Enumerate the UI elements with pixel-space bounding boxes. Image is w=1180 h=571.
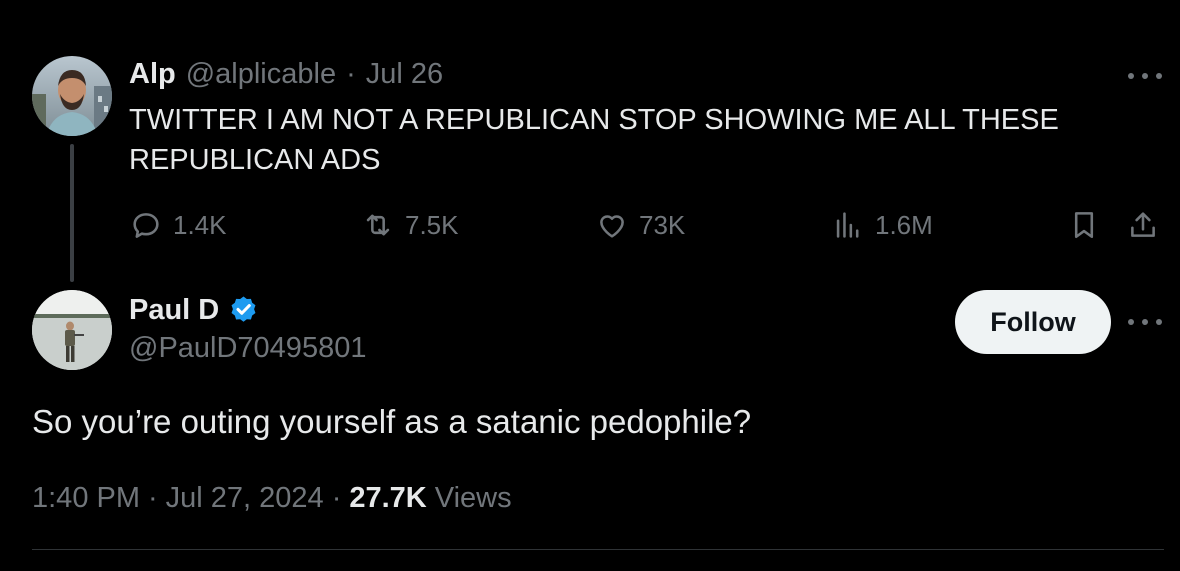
tweet-date[interactable]: Jul 27, 2024 (166, 482, 324, 515)
bookmark-button[interactable] (1067, 205, 1101, 245)
views-count[interactable]: 27.7K (349, 482, 426, 515)
reply-icon (133, 213, 159, 238)
follow-button[interactable]: Follow (955, 290, 1111, 354)
verified-badge-icon[interactable] (227, 294, 260, 327)
reply-author-row: Paul D (129, 290, 260, 330)
like-count: 73K (639, 209, 686, 240)
tweet-metadata: 1:40 PM · Jul 27, 2024 · 27.7K Views (32, 478, 512, 518)
reply-tweet-text: So you’re outing yourself as a satanic p… (32, 403, 752, 440)
tweet-action-bar: 1.4K 7.5K 73K 1.6M (129, 205, 1164, 245)
author-handle[interactable]: @PaulD70495801 (129, 332, 366, 365)
tweet-time[interactable]: 1:40 PM (32, 482, 140, 515)
more-horizontal-icon[interactable] (1128, 71, 1162, 81)
retweet-button[interactable]: 7.5K (361, 205, 459, 245)
reply-button[interactable]: 1.4K (129, 205, 227, 245)
reply-count: 1.4K (173, 209, 227, 240)
analytics-icon (836, 212, 859, 238)
tweet-thread: Alp @alplicable · Jul 26 TWITTER I AM NO… (0, 0, 1180, 571)
author-name[interactable]: Paul D (129, 294, 219, 327)
heart-icon (600, 215, 624, 238)
views-button[interactable]: 1.6M (831, 205, 933, 245)
retweet-count: 7.5K (405, 209, 459, 240)
views-label: Views (434, 481, 512, 514)
thread-connector-line (70, 144, 74, 282)
divider (32, 549, 1164, 550)
parent-tweet-header: Alp @alplicable · Jul 26 (129, 58, 443, 94)
more-horizontal-icon[interactable] (1128, 317, 1162, 327)
views-count: 1.6M (875, 209, 933, 240)
avatar[interactable] (32, 56, 112, 136)
tweet-date[interactable]: Jul 26 (366, 58, 443, 91)
separator-dot: · (346, 58, 356, 90)
avatar-photo-paul (32, 290, 112, 370)
share-button[interactable] (1126, 205, 1160, 245)
author-handle[interactable]: @alplicable (186, 58, 336, 91)
separator-dot: · (331, 481, 342, 514)
parent-tweet-text: TWITTER I AM NOT A REPUBLICAN STOP SHOWI… (129, 104, 1059, 176)
like-button[interactable]: 73K (595, 205, 685, 245)
retweet-icon (366, 214, 390, 236)
separator-dot: · (148, 481, 158, 514)
author-name[interactable]: Alp (129, 58, 176, 91)
avatar[interactable] (32, 290, 112, 370)
avatar-photo-alp (32, 56, 112, 136)
share-icon (1131, 212, 1155, 237)
bookmark-icon (1074, 212, 1094, 239)
